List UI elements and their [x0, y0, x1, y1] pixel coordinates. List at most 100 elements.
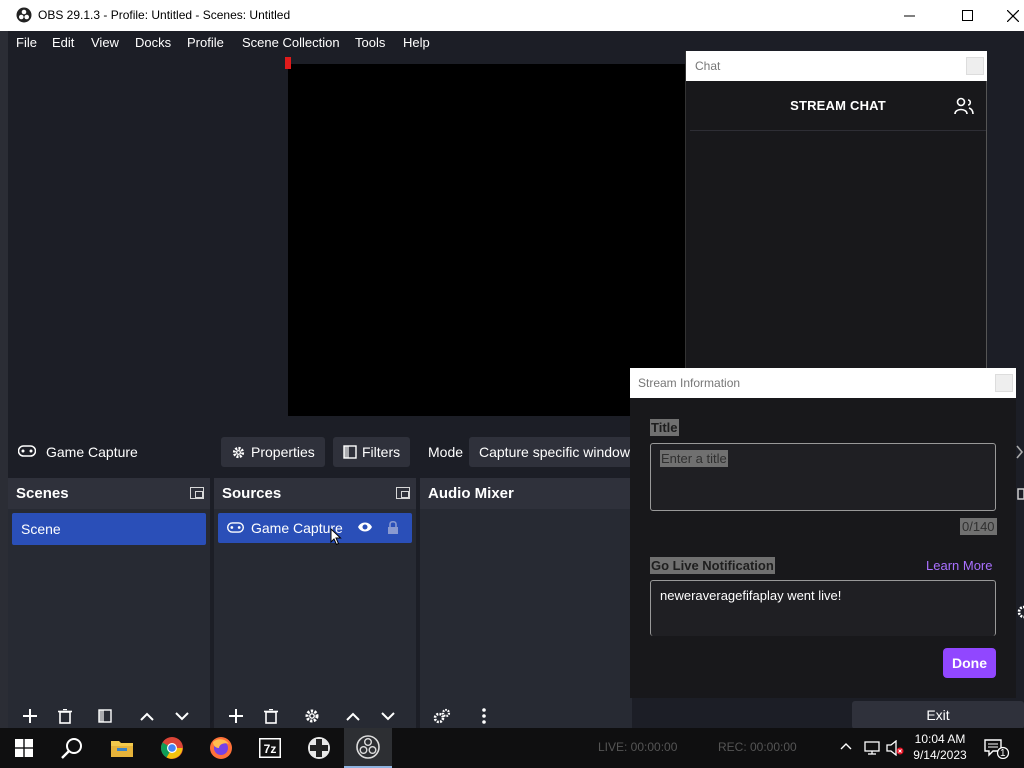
7zip-icon: 7z — [259, 738, 281, 758]
chat-scrollbar[interactable] — [986, 81, 987, 368]
taskbar-chrome[interactable] — [148, 728, 196, 768]
done-label: Done — [952, 655, 987, 671]
move-scene-down-button[interactable] — [170, 705, 194, 727]
advanced-audio-button[interactable] — [430, 705, 454, 727]
lock-icon[interactable] — [387, 520, 399, 535]
maximize-button[interactable] — [944, 0, 990, 31]
audio-mixer-dock: Audio Mixer — [420, 478, 632, 728]
chevron-down-icon — [381, 711, 395, 720]
taskbar-firefox[interactable] — [197, 728, 245, 768]
mode-value: Capture specific window — [479, 444, 630, 460]
properties-label: Properties — [251, 444, 315, 460]
add-scene-button[interactable] — [18, 705, 42, 727]
scenes-footer — [8, 702, 210, 728]
scenes-dock: Scenes Scene — [8, 478, 210, 728]
menu-view[interactable]: View — [91, 35, 119, 50]
source-properties-button[interactable] — [300, 705, 324, 727]
chevron-up-icon — [346, 712, 360, 721]
move-source-up-button[interactable] — [341, 705, 365, 727]
properties-button[interactable]: Properties — [221, 437, 325, 467]
notification-center-button[interactable]: 1 — [980, 728, 1020, 768]
start-button[interactable] — [0, 728, 48, 768]
move-scene-up-button[interactable] — [135, 705, 159, 727]
search-button[interactable] — [48, 728, 96, 768]
clock-time: 10:04 AM — [914, 732, 966, 746]
source-list-item[interactable]: Game Capture — [218, 513, 412, 546]
stream-info-title: Stream Information — [638, 376, 741, 390]
chat-dock-titlebar[interactable]: Chat — [686, 51, 987, 81]
add-source-button[interactable] — [224, 705, 248, 727]
close-button[interactable] — [990, 0, 1024, 31]
gamepad-app-icon — [308, 737, 330, 759]
plus-icon — [229, 709, 243, 723]
exit-label: Exit — [926, 707, 950, 723]
network-icon — [864, 741, 880, 755]
stream-info-close-button[interactable] — [995, 374, 1013, 392]
audio-mixer-header: Audio Mixer — [420, 478, 632, 509]
title-bar[interactable]: OBS 29.1.3 - Profile: Untitled - Scenes:… — [0, 0, 1024, 31]
taskbar-obs[interactable] — [344, 728, 392, 768]
character-count: 0/140 — [960, 518, 997, 535]
taskbar-file-explorer[interactable] — [98, 728, 146, 768]
scene-list-item[interactable]: Scene — [12, 513, 206, 545]
obs-icon — [16, 7, 32, 23]
filters-button[interactable]: Filters — [333, 437, 411, 467]
left-border — [0, 31, 8, 728]
volume-muted-icon — [886, 740, 904, 756]
svg-text:7z: 7z — [264, 742, 277, 756]
gamepad-icon — [227, 522, 244, 533]
chrome-icon — [161, 737, 183, 759]
preview-source-handle[interactable] — [285, 57, 291, 69]
audio-mixer-title: Audio Mixer — [428, 485, 514, 502]
gamepad-icon — [18, 445, 36, 457]
menu-edit[interactable]: Edit — [52, 35, 74, 50]
menu-file[interactable]: File — [16, 35, 37, 50]
notification-count: 1 — [1000, 748, 1006, 759]
users-icon[interactable] — [954, 97, 974, 115]
live-status: LIVE: 00:00:00 — [598, 740, 678, 754]
gear-icon[interactable] — [1016, 600, 1024, 624]
chevron-right-icon[interactable] — [1016, 440, 1024, 464]
mode-select[interactable]: Capture specific window — [469, 437, 639, 467]
scene-name: Scene — [21, 521, 61, 537]
menu-docks[interactable]: Docks — [135, 35, 171, 50]
remove-source-button[interactable] — [259, 705, 283, 727]
gears-icon — [433, 708, 451, 724]
clock[interactable]: 10:04 AM 9/14/2023 — [912, 731, 968, 763]
obs-icon — [356, 735, 380, 759]
filters-label: Filters — [362, 444, 401, 460]
undock-icon[interactable] — [190, 487, 204, 499]
sources-footer — [214, 702, 416, 728]
mixer-menu-button[interactable] — [472, 705, 496, 727]
folder-icon — [111, 741, 133, 757]
exit-button[interactable]: Exit — [852, 701, 1024, 729]
remove-scene-button[interactable] — [53, 705, 77, 727]
chat-dock-close-button[interactable] — [966, 57, 984, 75]
learn-more-link[interactable]: Learn More — [926, 558, 992, 573]
close-icon — [1007, 9, 1019, 22]
move-source-down-button[interactable] — [376, 705, 400, 727]
undock-icon[interactable] — [396, 487, 410, 499]
scene-filters-button[interactable] — [93, 705, 117, 727]
eye-icon[interactable] — [357, 521, 373, 533]
gear-icon — [232, 446, 245, 458]
done-button[interactable]: Done — [943, 648, 996, 678]
menu-tools[interactable]: Tools — [355, 35, 385, 50]
filter-icon — [98, 709, 112, 723]
stream-info-titlebar[interactable]: Stream Information — [630, 368, 1016, 398]
chat-dock: Chat STREAM CHAT — [685, 51, 987, 368]
chat-header: STREAM CHAT — [690, 81, 986, 131]
undock-icon[interactable] — [1016, 484, 1024, 504]
chat-dock-title: Chat — [695, 59, 721, 73]
minimize-button[interactable] — [886, 0, 932, 31]
system-tray[interactable] — [838, 728, 908, 768]
notification-text: neweraveragefifaplay went live! — [660, 588, 842, 603]
menu-help[interactable]: Help — [403, 35, 430, 50]
preview-canvas[interactable] — [288, 64, 686, 416]
taskbar-7zip[interactable]: 7z — [246, 728, 294, 768]
notification-icon — [984, 739, 1010, 759]
menu-profile[interactable]: Profile — [187, 35, 224, 50]
taskbar-app[interactable] — [295, 728, 343, 768]
menu-scene-collection[interactable]: Scene Collection — [242, 35, 340, 50]
selected-source-name: Game Capture — [46, 444, 138, 460]
